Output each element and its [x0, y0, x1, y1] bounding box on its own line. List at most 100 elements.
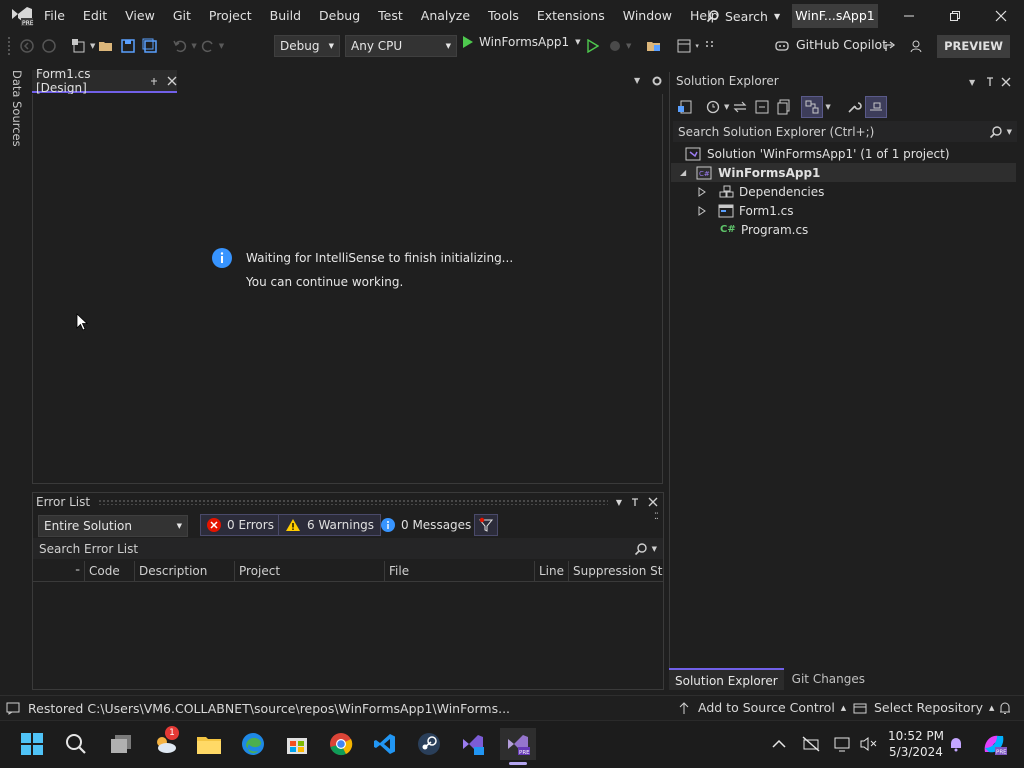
show-all-files-icon[interactable]: [773, 96, 795, 118]
tree-node-project[interactable]: ◢ C# WinFormsApp1: [680, 163, 820, 182]
layout-icon[interactable]: [673, 35, 695, 57]
preview-badge-button[interactable]: PREVIEW: [937, 35, 1010, 58]
menu-git[interactable]: Git: [164, 0, 200, 32]
close-window-button[interactable]: [978, 0, 1024, 32]
start-windows-icon[interactable]: [16, 728, 48, 760]
restore-button[interactable]: [932, 0, 978, 32]
copilot-taskbar-icon[interactable]: PRE: [978, 728, 1010, 760]
error-scope-select[interactable]: Entire Solution ▼: [38, 515, 188, 537]
menu-window[interactable]: Window: [614, 0, 681, 32]
pin-icon[interactable]: [149, 76, 159, 86]
chevron-down-icon[interactable]: ▼: [219, 42, 224, 50]
run-button[interactable]: WinFormsApp1 ▼: [462, 35, 581, 49]
build-intellisense-filter-button[interactable]: [474, 514, 498, 536]
show-hidden-icons-chevron-icon[interactable]: [768, 728, 790, 760]
column-file[interactable]: File: [385, 561, 535, 582]
menu-view[interactable]: View: [116, 0, 164, 32]
undo-icon[interactable]: [169, 35, 191, 57]
add-to-source-control-button[interactable]: Add to Source Control ▲: [678, 700, 846, 715]
task-view-icon[interactable]: [105, 728, 137, 760]
chevron-down-icon[interactable]: ▼: [616, 498, 622, 507]
pending-changes-filter-icon[interactable]: [702, 96, 724, 118]
notification-icon[interactable]: [6, 701, 20, 715]
tab-solution-explorer[interactable]: Solution Explorer: [669, 668, 784, 690]
navigate-forward-icon[interactable]: [38, 35, 60, 57]
new-project-icon[interactable]: [68, 35, 90, 57]
menu-build[interactable]: Build: [261, 0, 310, 32]
collapse-all-icon[interactable]: [751, 96, 773, 118]
microsoft-store-icon[interactable]: [281, 728, 313, 760]
messages-filter-button[interactable]: 0 Messages: [374, 514, 478, 536]
save-icon[interactable]: [117, 35, 139, 57]
pin-icon[interactable]: [630, 497, 640, 507]
solution-folder-icon[interactable]: [643, 35, 665, 57]
panel-overflow-icon[interactable]: ⁚⁚: [654, 512, 659, 522]
solution-explorer-search-input[interactable]: Search Solution Explorer (Ctrl+;) ▼: [673, 121, 1017, 142]
menu-edit[interactable]: Edit: [74, 0, 116, 32]
error-list-search-input[interactable]: Search Error List ▼: [33, 538, 663, 559]
visual-studio-taskbar-icon[interactable]: [457, 728, 489, 760]
menu-test[interactable]: Test: [369, 0, 412, 32]
collapsed-arrow-icon[interactable]: [698, 205, 706, 216]
menu-analyze[interactable]: Analyze: [412, 0, 479, 32]
tree-node-program[interactable]: C# Program.cs: [720, 220, 808, 239]
toolbar-grip[interactable]: [8, 37, 12, 55]
form-designer-surface[interactable]: [32, 94, 663, 484]
global-search-button[interactable]: Search ▼: [700, 4, 786, 28]
notification-bell-icon[interactable]: [945, 728, 967, 760]
vscode-icon[interactable]: [369, 728, 401, 760]
minimize-button[interactable]: [886, 0, 932, 32]
close-panel-icon[interactable]: [1001, 77, 1011, 87]
taskbar-search-icon[interactable]: [60, 728, 92, 760]
network-disconnected-icon[interactable]: [800, 728, 822, 760]
solution-configuration-select[interactable]: Debug ▼: [274, 35, 340, 57]
menu-file[interactable]: File: [35, 0, 74, 32]
column-code[interactable]: Code: [85, 561, 135, 582]
redo-icon[interactable]: [197, 35, 219, 57]
navigate-back-icon[interactable]: [16, 35, 38, 57]
file-explorer-icon[interactable]: [193, 728, 225, 760]
select-repository-button[interactable]: Select Repository ▲: [853, 700, 994, 715]
tree-node-form1[interactable]: Form1.cs: [698, 201, 794, 220]
open-folder-icon[interactable]: [95, 35, 117, 57]
data-sources-tab[interactable]: Data Sources: [10, 70, 24, 147]
edge-browser-icon[interactable]: [237, 728, 269, 760]
sync-with-document-icon[interactable]: [729, 96, 751, 118]
collapsed-arrow-icon[interactable]: [698, 186, 706, 197]
settings-gear-icon[interactable]: [651, 75, 663, 87]
start-without-debugging-icon[interactable]: [582, 35, 604, 57]
solution-platform-select[interactable]: Any CPU ▼: [345, 35, 457, 57]
chevron-down-icon[interactable]: ▼: [969, 78, 975, 87]
properties-wrench-icon[interactable]: [843, 96, 865, 118]
chrome-browser-icon[interactable]: [325, 728, 357, 760]
visual-studio-logo-icon[interactable]: PRE: [10, 5, 34, 27]
panel-drag-grip[interactable]: [98, 499, 608, 505]
close-tab-icon[interactable]: [167, 76, 177, 86]
chevron-down-icon[interactable]: ▼: [626, 42, 631, 50]
preview-selected-items-icon[interactable]: [801, 96, 824, 118]
feedback-icon[interactable]: [906, 35, 928, 57]
save-all-icon[interactable]: [139, 35, 161, 57]
volume-muted-icon[interactable]: [858, 728, 880, 760]
tree-node-solution[interactable]: Solution 'WinFormsApp1' (1 of 1 project): [685, 144, 950, 163]
tree-node-dependencies[interactable]: Dependencies: [698, 182, 824, 201]
weather-widget-icon[interactable]: 1: [149, 726, 181, 760]
switch-views-icon[interactable]: [674, 96, 696, 118]
column-sort-icon[interactable]: ⁼: [33, 561, 85, 582]
notifications-bell-icon[interactable]: [998, 701, 1012, 715]
menu-project[interactable]: Project: [200, 0, 261, 32]
hot-reload-icon[interactable]: [604, 35, 626, 57]
tab-list-dropdown-icon[interactable]: ▼: [634, 76, 640, 85]
chevron-down-icon[interactable]: ▼: [825, 103, 830, 111]
column-suppression-state[interactable]: Suppression State: [569, 561, 663, 582]
warnings-filter-button[interactable]: 6 Warnings: [278, 514, 382, 536]
menu-debug[interactable]: Debug: [310, 0, 369, 32]
visual-studio-preview-taskbar-icon[interactable]: PRE: [500, 728, 536, 760]
solution-title-badge[interactable]: WinF...sApp1: [792, 4, 878, 28]
steam-icon[interactable]: [413, 728, 445, 760]
tab-git-changes[interactable]: Git Changes: [784, 668, 873, 690]
expanded-arrow-icon[interactable]: ◢: [680, 168, 686, 177]
system-clock[interactable]: 10:52 PM 5/3/2024: [884, 728, 948, 760]
menu-tools[interactable]: Tools: [479, 0, 528, 32]
errors-filter-button[interactable]: 0 Errors: [200, 514, 281, 536]
